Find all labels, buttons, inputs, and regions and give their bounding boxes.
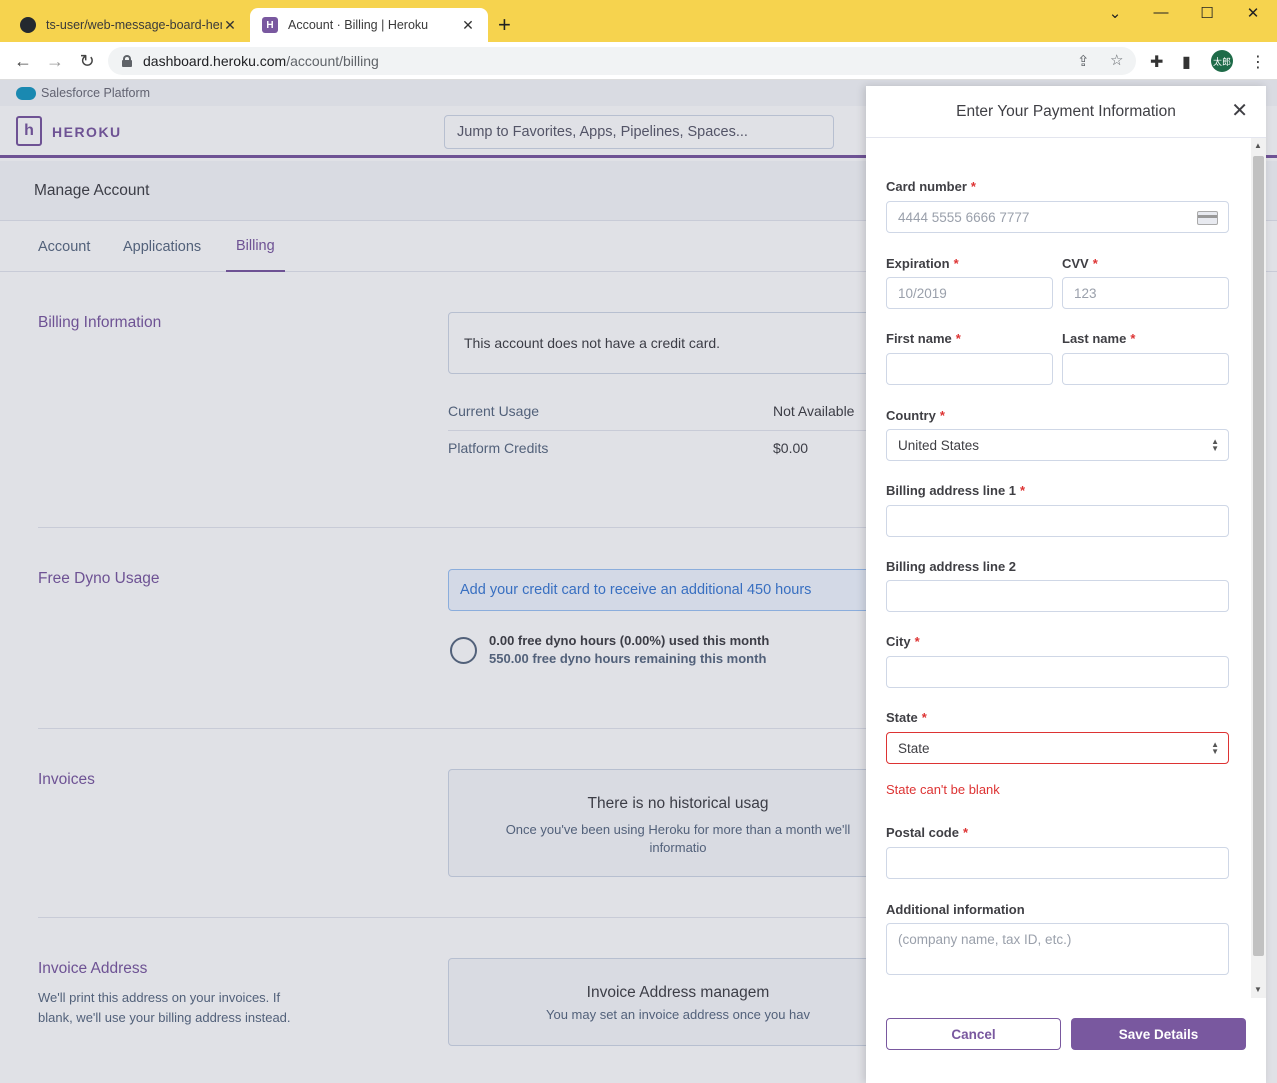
address2-label: Billing address line 2 — [886, 559, 1017, 574]
new-tab-button[interactable]: + — [498, 12, 511, 38]
expiration-label: Expiration * — [886, 256, 959, 271]
city-label: City * — [886, 634, 920, 649]
cvv-input[interactable]: 123 — [1062, 277, 1229, 309]
payment-modal: Enter Your Payment Information ✕ Card nu… — [866, 86, 1266, 1083]
lock-icon — [122, 55, 132, 67]
tab-title: ts-user/web-message-board-heroku — [46, 18, 222, 32]
credit-card-icon — [1197, 211, 1218, 225]
additional-textarea[interactable]: (company name, tax ID, etc.) — [886, 923, 1229, 975]
card-number-placeholder: 4444 5555 6666 7777 — [898, 209, 1030, 225]
scroll-down-icon[interactable]: ▼ — [1254, 985, 1262, 994]
state-value: State — [898, 740, 930, 756]
browser-tab-bar: ts-user/web-message-board-heroku ✕ H Acc… — [0, 0, 1277, 42]
address2-input[interactable] — [886, 580, 1229, 612]
save-details-button[interactable]: Save Details — [1071, 1018, 1246, 1050]
state-label: State * — [886, 710, 927, 725]
postal-label: Postal code * — [886, 825, 969, 840]
country-select[interactable]: United States ▲ ▼ — [886, 429, 1229, 461]
postal-input[interactable] — [886, 847, 1229, 879]
expiration-input[interactable]: 10/2019 — [886, 277, 1053, 309]
url-path: /account/billing — [286, 53, 379, 69]
state-error: State can't be blank — [886, 782, 1000, 797]
city-input[interactable] — [886, 656, 1229, 688]
state-select[interactable]: State ▲ ▼ — [886, 732, 1229, 764]
last-name-input[interactable] — [1062, 353, 1229, 385]
minimize-button[interactable]: — — [1146, 4, 1176, 21]
first-name-label: First name * — [886, 331, 961, 346]
card-number-label: Card number * — [886, 179, 976, 194]
heroku-favicon-icon: H — [262, 17, 278, 33]
side-panel-icon[interactable]: ▮ — [1182, 52, 1191, 72]
select-chevron-icon: ▲ ▼ — [1211, 740, 1219, 756]
extensions-icon[interactable]: ✚ — [1150, 52, 1163, 72]
close-tab-icon[interactable]: ✕ — [460, 17, 476, 34]
github-icon — [20, 17, 36, 33]
bookmark-star-icon[interactable]: ☆ — [1110, 51, 1123, 69]
browser-tab-github[interactable]: ts-user/web-message-board-heroku ✕ — [8, 8, 250, 42]
first-name-input[interactable] — [886, 353, 1053, 385]
country-value: United States — [898, 437, 980, 453]
additional-label: Additional information — [886, 902, 1025, 917]
tab-search-icon[interactable]: ⌄ — [1100, 4, 1130, 22]
forward-icon[interactable]: → — [43, 50, 67, 72]
share-icon[interactable]: ⇪ — [1077, 52, 1090, 70]
scroll-up-icon[interactable]: ▲ — [1254, 141, 1262, 150]
tab-title: Account · Billing | Heroku — [288, 18, 429, 32]
scroll-thumb[interactable] — [1253, 156, 1264, 956]
address1-label: Billing address line 1 * — [886, 483, 1026, 498]
cvv-label: CVV * — [1062, 256, 1098, 271]
profile-avatar[interactable]: 太郎 — [1211, 50, 1233, 72]
close-window-button[interactable]: ✕ — [1238, 4, 1268, 22]
address-bar: ← → ↻ dashboard.heroku.com /account/bill… — [0, 42, 1277, 80]
last-name-label: Last name * — [1062, 331, 1136, 346]
url-host: dashboard.heroku.com — [143, 53, 287, 69]
address1-input[interactable] — [886, 505, 1229, 537]
modal-title: Enter Your Payment Information — [956, 102, 1176, 120]
card-number-input[interactable]: 4444 5555 6666 7777 — [886, 201, 1229, 233]
reload-icon[interactable]: ↻ — [75, 50, 99, 72]
url-field[interactable]: dashboard.heroku.com /account/billing — [108, 47, 1136, 75]
browser-menu-icon[interactable]: ⋮ — [1250, 52, 1266, 72]
select-chevron-icon: ▲ ▼ — [1211, 437, 1219, 453]
browser-tab-heroku[interactable]: H Account · Billing | Heroku ✕ — [250, 8, 488, 42]
modal-header: Enter Your Payment Information ✕ — [866, 86, 1266, 138]
cancel-button[interactable]: Cancel — [886, 1018, 1061, 1050]
back-icon[interactable]: ← — [11, 50, 35, 72]
country-label: Country * — [886, 408, 945, 423]
close-tab-icon[interactable]: ✕ — [222, 17, 238, 34]
modal-body: Card number * 4444 5555 6666 7777 Expirat… — [866, 138, 1251, 998]
page: Salesforce Platform h HEROKU Jump to Fav… — [0, 80, 1277, 1083]
close-icon[interactable]: ✕ — [1231, 101, 1248, 121]
modal-scrollbar[interactable]: ▲ ▼ — [1251, 138, 1266, 998]
modal-footer: Cancel Save Details — [866, 998, 1266, 1083]
maximize-button[interactable]: ☐ — [1192, 4, 1222, 22]
